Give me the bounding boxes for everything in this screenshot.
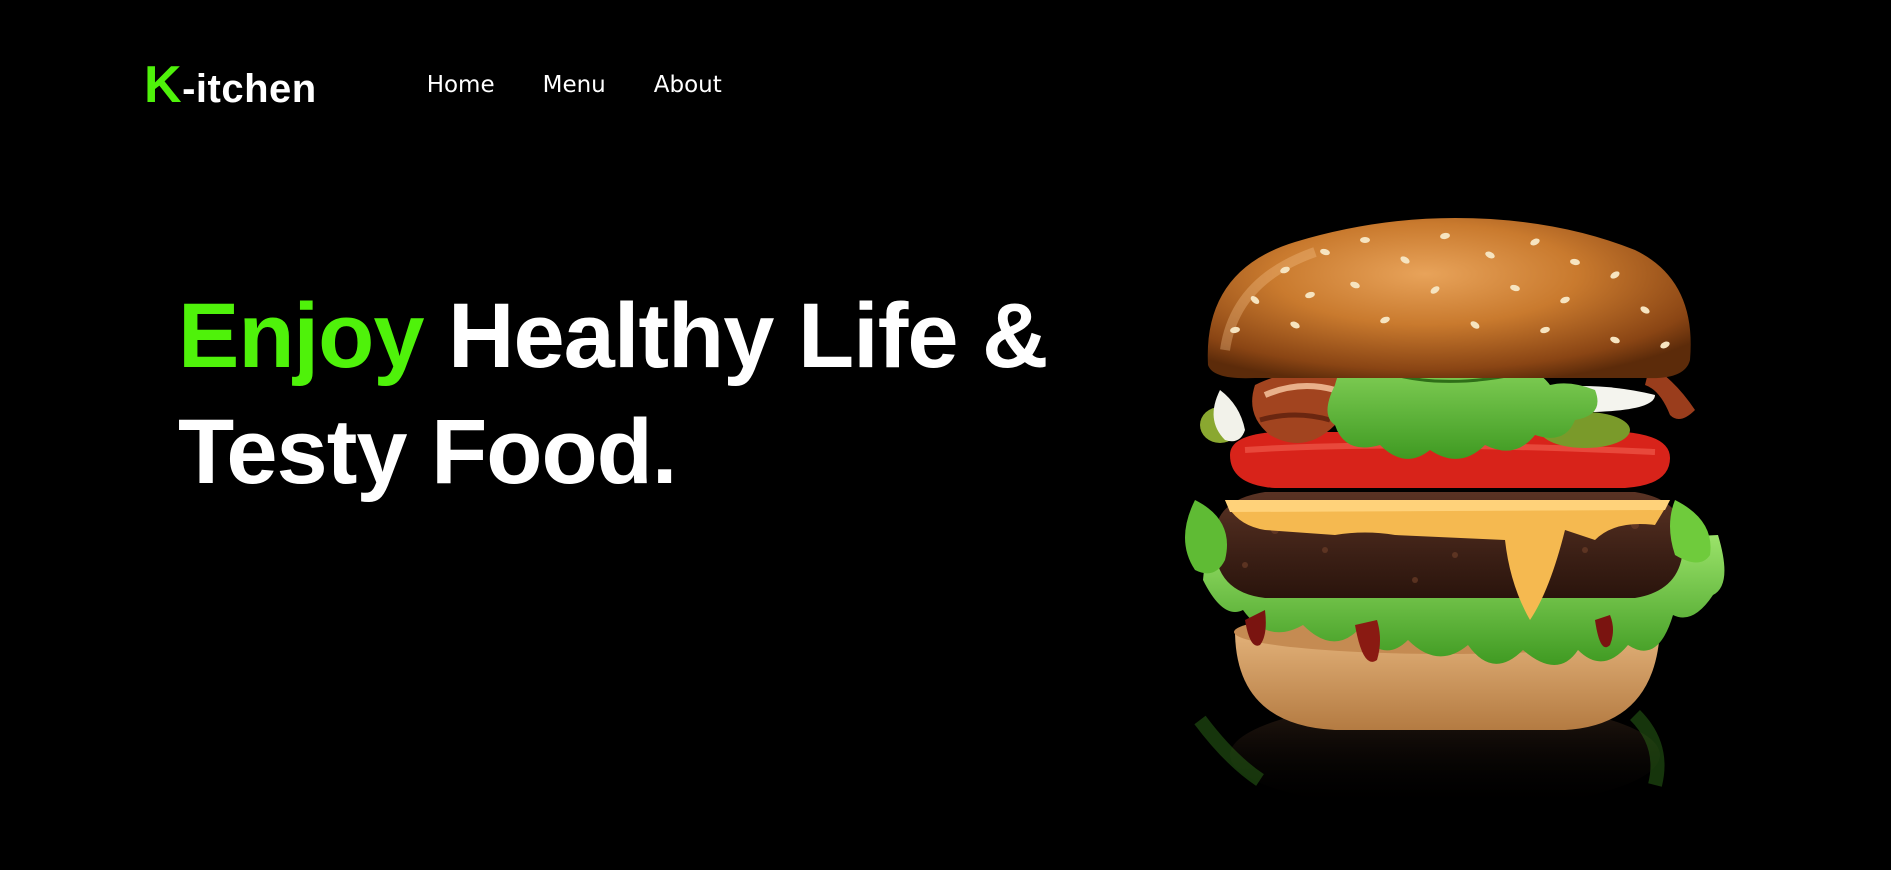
navbar: K -itchen Home Menu About [144,50,722,120]
nav-menu: Home Menu About [427,72,722,98]
brand-logo-accent-letter: K [144,56,183,114]
burger-image [1185,218,1725,810]
nav-link-home[interactable]: Home [427,72,495,98]
hero-title: Enjoy Healthy Life & Testy Food. [178,278,1049,510]
hero-title-accent: Enjoy [178,285,424,387]
hero-title-line2: Testy Food. [178,401,677,503]
nav-link-about[interactable]: About [654,72,722,98]
nav-link-menu[interactable]: Menu [543,72,606,98]
brand-logo[interactable]: K -itchen [144,59,317,111]
brand-logo-text: -itchen [182,67,317,111]
hero-title-line1-rest: Healthy Life & [423,285,1048,387]
